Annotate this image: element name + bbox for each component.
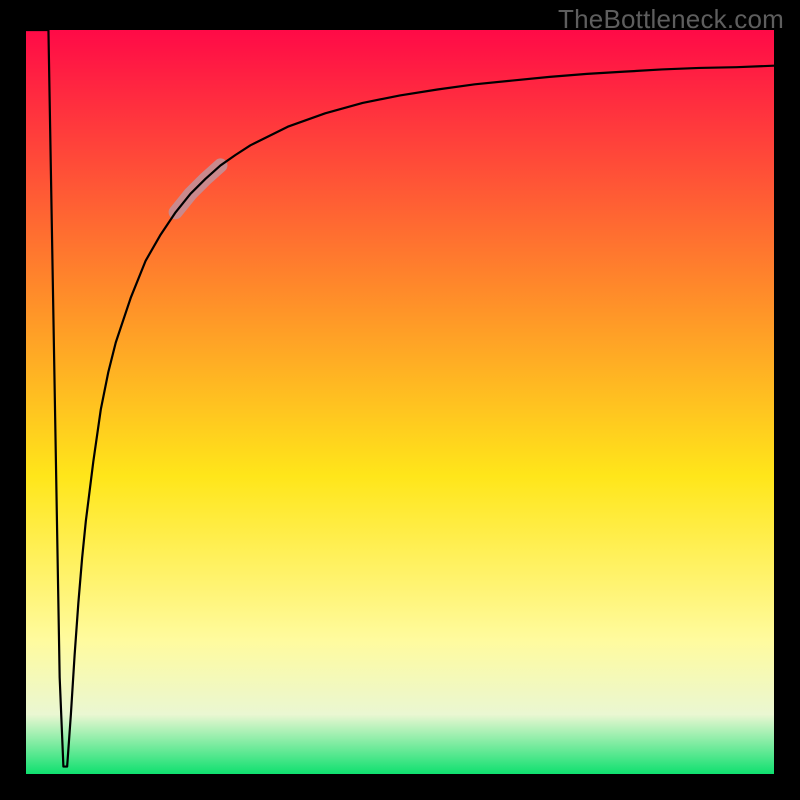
watermark-text: TheBottleneck.com xyxy=(558,4,784,35)
plot-area xyxy=(26,30,774,774)
bottleneck-curve-chart xyxy=(26,30,774,774)
chart-frame: TheBottleneck.com xyxy=(0,0,800,800)
gradient-background xyxy=(26,30,774,774)
